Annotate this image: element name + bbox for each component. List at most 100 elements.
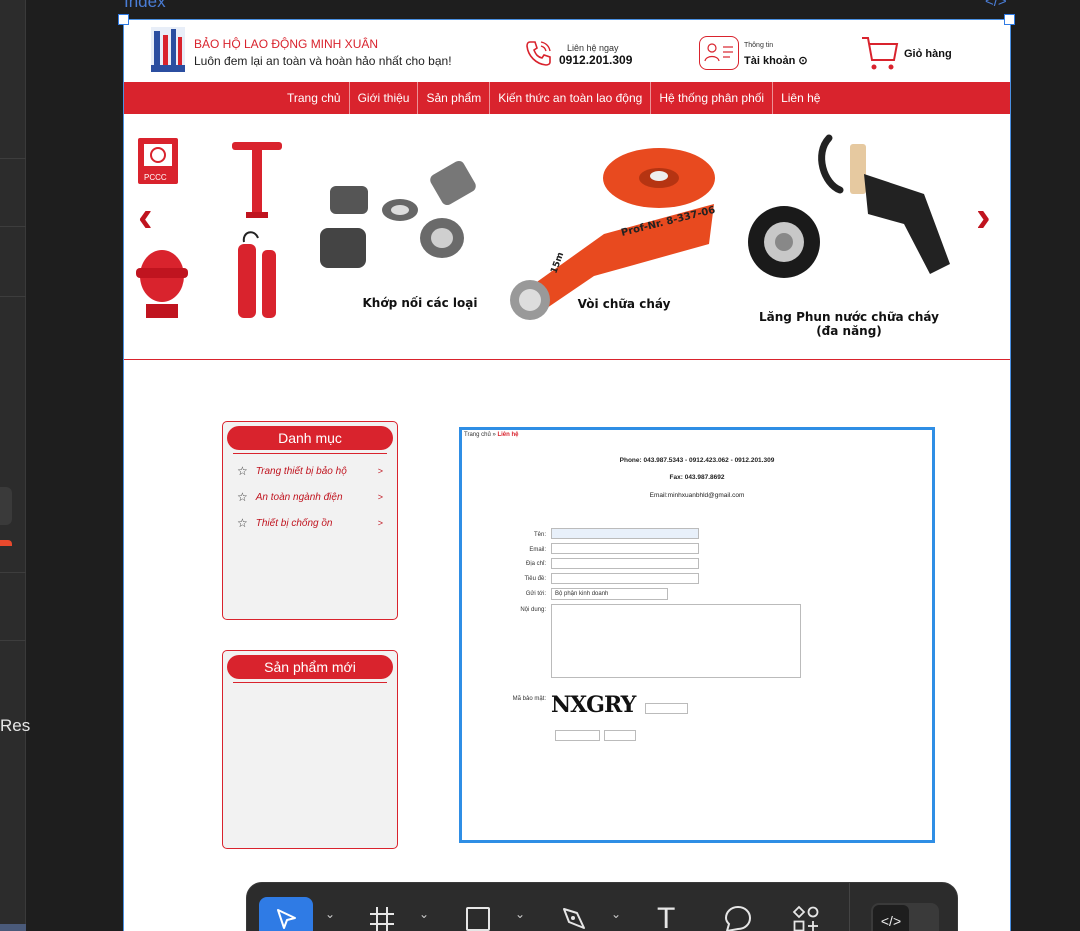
dev-mode-toggle[interactable]: </>	[871, 903, 939, 931]
brand-slogan: Luôn đem lại an toàn và hoàn hảo nhất ch…	[194, 54, 452, 68]
chevron-down-icon[interactable]: ⌄	[325, 907, 335, 921]
breadcrumb-current: Liên hệ	[497, 432, 519, 438]
nav-item-products[interactable]: Sản phẩm	[418, 82, 491, 114]
panel-item[interactable]	[0, 487, 12, 525]
contact-form-frame[interactable]: Trang chủ » Liên hệ Phone: 043.987.5343 …	[459, 427, 935, 843]
panel-indicator	[0, 540, 12, 546]
comment-icon	[724, 905, 752, 931]
contact-label: Liên hệ ngay	[567, 43, 619, 53]
panel-divider	[0, 640, 26, 641]
contact-number[interactable]: 0912.201.309	[559, 53, 632, 67]
category-item-label: An toàn ngành điện	[255, 491, 343, 503]
pointer-icon	[277, 909, 296, 929]
send-to-label: Gửi tới:	[525, 591, 546, 597]
code-icon[interactable]: </>	[985, 0, 1007, 10]
move-tool[interactable]	[259, 897, 313, 931]
banner-slider[interactable]: PCCC Prof-Nr. 8-337-06 15m ‹ › Khớp nối …	[124, 114, 1010, 360]
banner-caption-hose: Vòi chữa cháy	[577, 297, 671, 311]
category-item-label: Trang thiết bị bảo hộ	[255, 465, 347, 477]
banner-caption-nozzle: Lăng Phun nước chữa cháy	[759, 310, 939, 324]
star-icon: ☆	[237, 516, 248, 530]
chevron-right-icon: >	[377, 466, 383, 476]
content-label: Nội dung:	[520, 607, 546, 613]
panel-divider	[0, 572, 26, 573]
category-box: Danh mục ☆ Trang thiết bị bảo hộ > ☆ An …	[222, 421, 398, 620]
code-icon: </>	[873, 905, 909, 931]
nav-item-home[interactable]: Trang chủ	[279, 82, 350, 114]
email-field[interactable]	[551, 543, 699, 554]
email-label: Email:	[529, 547, 546, 553]
pen-tool[interactable]	[559, 897, 589, 931]
site-header: BẢO HỘ LAO ĐỘNG MINH XUÂN Luôn đem lại a…	[124, 20, 1010, 82]
frame-tool[interactable]	[367, 897, 397, 931]
contact-phone: Phone: 043.987.5343 - 0912.423.062 - 091…	[619, 457, 775, 464]
breadcrumb: Trang chủ » Liên hệ	[464, 432, 518, 438]
account-label: Thông tin	[744, 42, 774, 49]
nav-item-safety-knowledge[interactable]: Kiến thức an toàn lao động	[490, 82, 652, 114]
panel-divider	[0, 296, 26, 297]
chevron-down-icon[interactable]: ⌄	[515, 907, 525, 921]
chevron-down-icon[interactable]: ⌄	[419, 907, 429, 921]
main-nav: Trang chủ Giới thiệu Sản phẩm Kiến thức …	[124, 82, 1010, 114]
shape-tool[interactable]	[463, 897, 493, 931]
nav-item-distribution[interactable]: Hệ thống phân phối	[651, 82, 774, 114]
chevron-right-icon: >	[377, 518, 383, 528]
cart-icon[interactable]	[860, 34, 900, 72]
address-label: Địa chỉ:	[525, 561, 546, 567]
account-icon[interactable]	[699, 36, 739, 70]
subject-label: Tiêu đề:	[524, 576, 546, 582]
brand-name[interactable]: BẢO HỘ LAO ĐỘNG MINH XUÂN	[194, 37, 378, 51]
breadcrumb-home[interactable]: Trang chủ »	[464, 432, 497, 438]
subject-field[interactable]	[551, 573, 699, 584]
text-tool[interactable]: T	[657, 897, 675, 931]
panel-scroll-strip	[0, 924, 26, 931]
category-item[interactable]: ☆ Trang thiết bị bảo hộ >	[223, 458, 397, 484]
text-icon: T	[657, 902, 676, 931]
pen-icon	[563, 908, 585, 929]
content-textarea[interactable]	[551, 604, 801, 678]
submit-button[interactable]	[555, 730, 600, 741]
star-icon: ☆	[237, 490, 248, 504]
nav-item-about[interactable]: Giới thiệu	[350, 82, 419, 114]
rectangle-icon	[466, 907, 490, 931]
address-field[interactable]	[551, 558, 699, 569]
category-item[interactable]: ☆ An toàn ngành điện >	[223, 484, 397, 510]
banner-caption-nozzle-sub: (đa năng)	[816, 324, 882, 338]
contact-fax: Fax: 043.987.8692	[669, 474, 725, 481]
chevron-down-icon[interactable]: ⌄	[611, 907, 621, 921]
resources-tool[interactable]	[791, 897, 821, 931]
nav-item-contact[interactable]: Liên hệ	[773, 82, 828, 114]
hash-frame-icon	[370, 907, 394, 931]
name-field[interactable]	[551, 528, 699, 539]
panel-divider	[0, 226, 26, 227]
comment-tool[interactable]	[723, 897, 753, 931]
panel-divider	[0, 158, 26, 159]
new-products-box: Sản phẩm mới	[222, 650, 398, 849]
logo-icon	[151, 27, 185, 72]
toolbar-divider	[849, 883, 850, 931]
new-products-title: Sản phẩm mới	[227, 655, 393, 679]
layers-panel: Res	[0, 0, 30, 931]
pccc-label: PCCC	[144, 173, 167, 182]
artboard-index[interactable]: BẢO HỘ LAO ĐỘNG MINH XUÂN Luôn đem lại a…	[124, 20, 1010, 931]
category-item[interactable]: ☆ Thiết bị chống ồn >	[223, 510, 397, 536]
slider-prev-arrow[interactable]: ‹	[138, 192, 153, 242]
cart-label[interactable]: Giỏ hàng	[904, 48, 952, 60]
name-label: Tên:	[533, 532, 546, 538]
captcha-image: NXGRY	[551, 692, 636, 718]
captcha-label: Mã bảo mật:	[512, 696, 546, 702]
components-icon	[792, 905, 819, 931]
account-menu[interactable]: Tài khoản ⊙	[744, 54, 808, 67]
banner-divider	[124, 359, 1010, 360]
star-icon: ☆	[237, 464, 248, 478]
reset-button[interactable]	[604, 730, 636, 741]
frame-name-label[interactable]: Index	[124, 0, 166, 12]
send-to-select[interactable]: Bộ phận kinh doanh	[551, 588, 668, 600]
resize-handle-top-left[interactable]	[118, 14, 129, 25]
slider-next-arrow[interactable]: ›	[976, 192, 991, 242]
banner-caption-couplings: Khớp nối các loại	[362, 296, 478, 310]
panel-section-label[interactable]: Res	[0, 716, 30, 736]
resize-handle-top-right[interactable]	[1004, 14, 1015, 25]
captcha-field[interactable]	[645, 703, 688, 714]
contact-email: Email:minhxuanbhld@gmail.com	[649, 492, 745, 499]
